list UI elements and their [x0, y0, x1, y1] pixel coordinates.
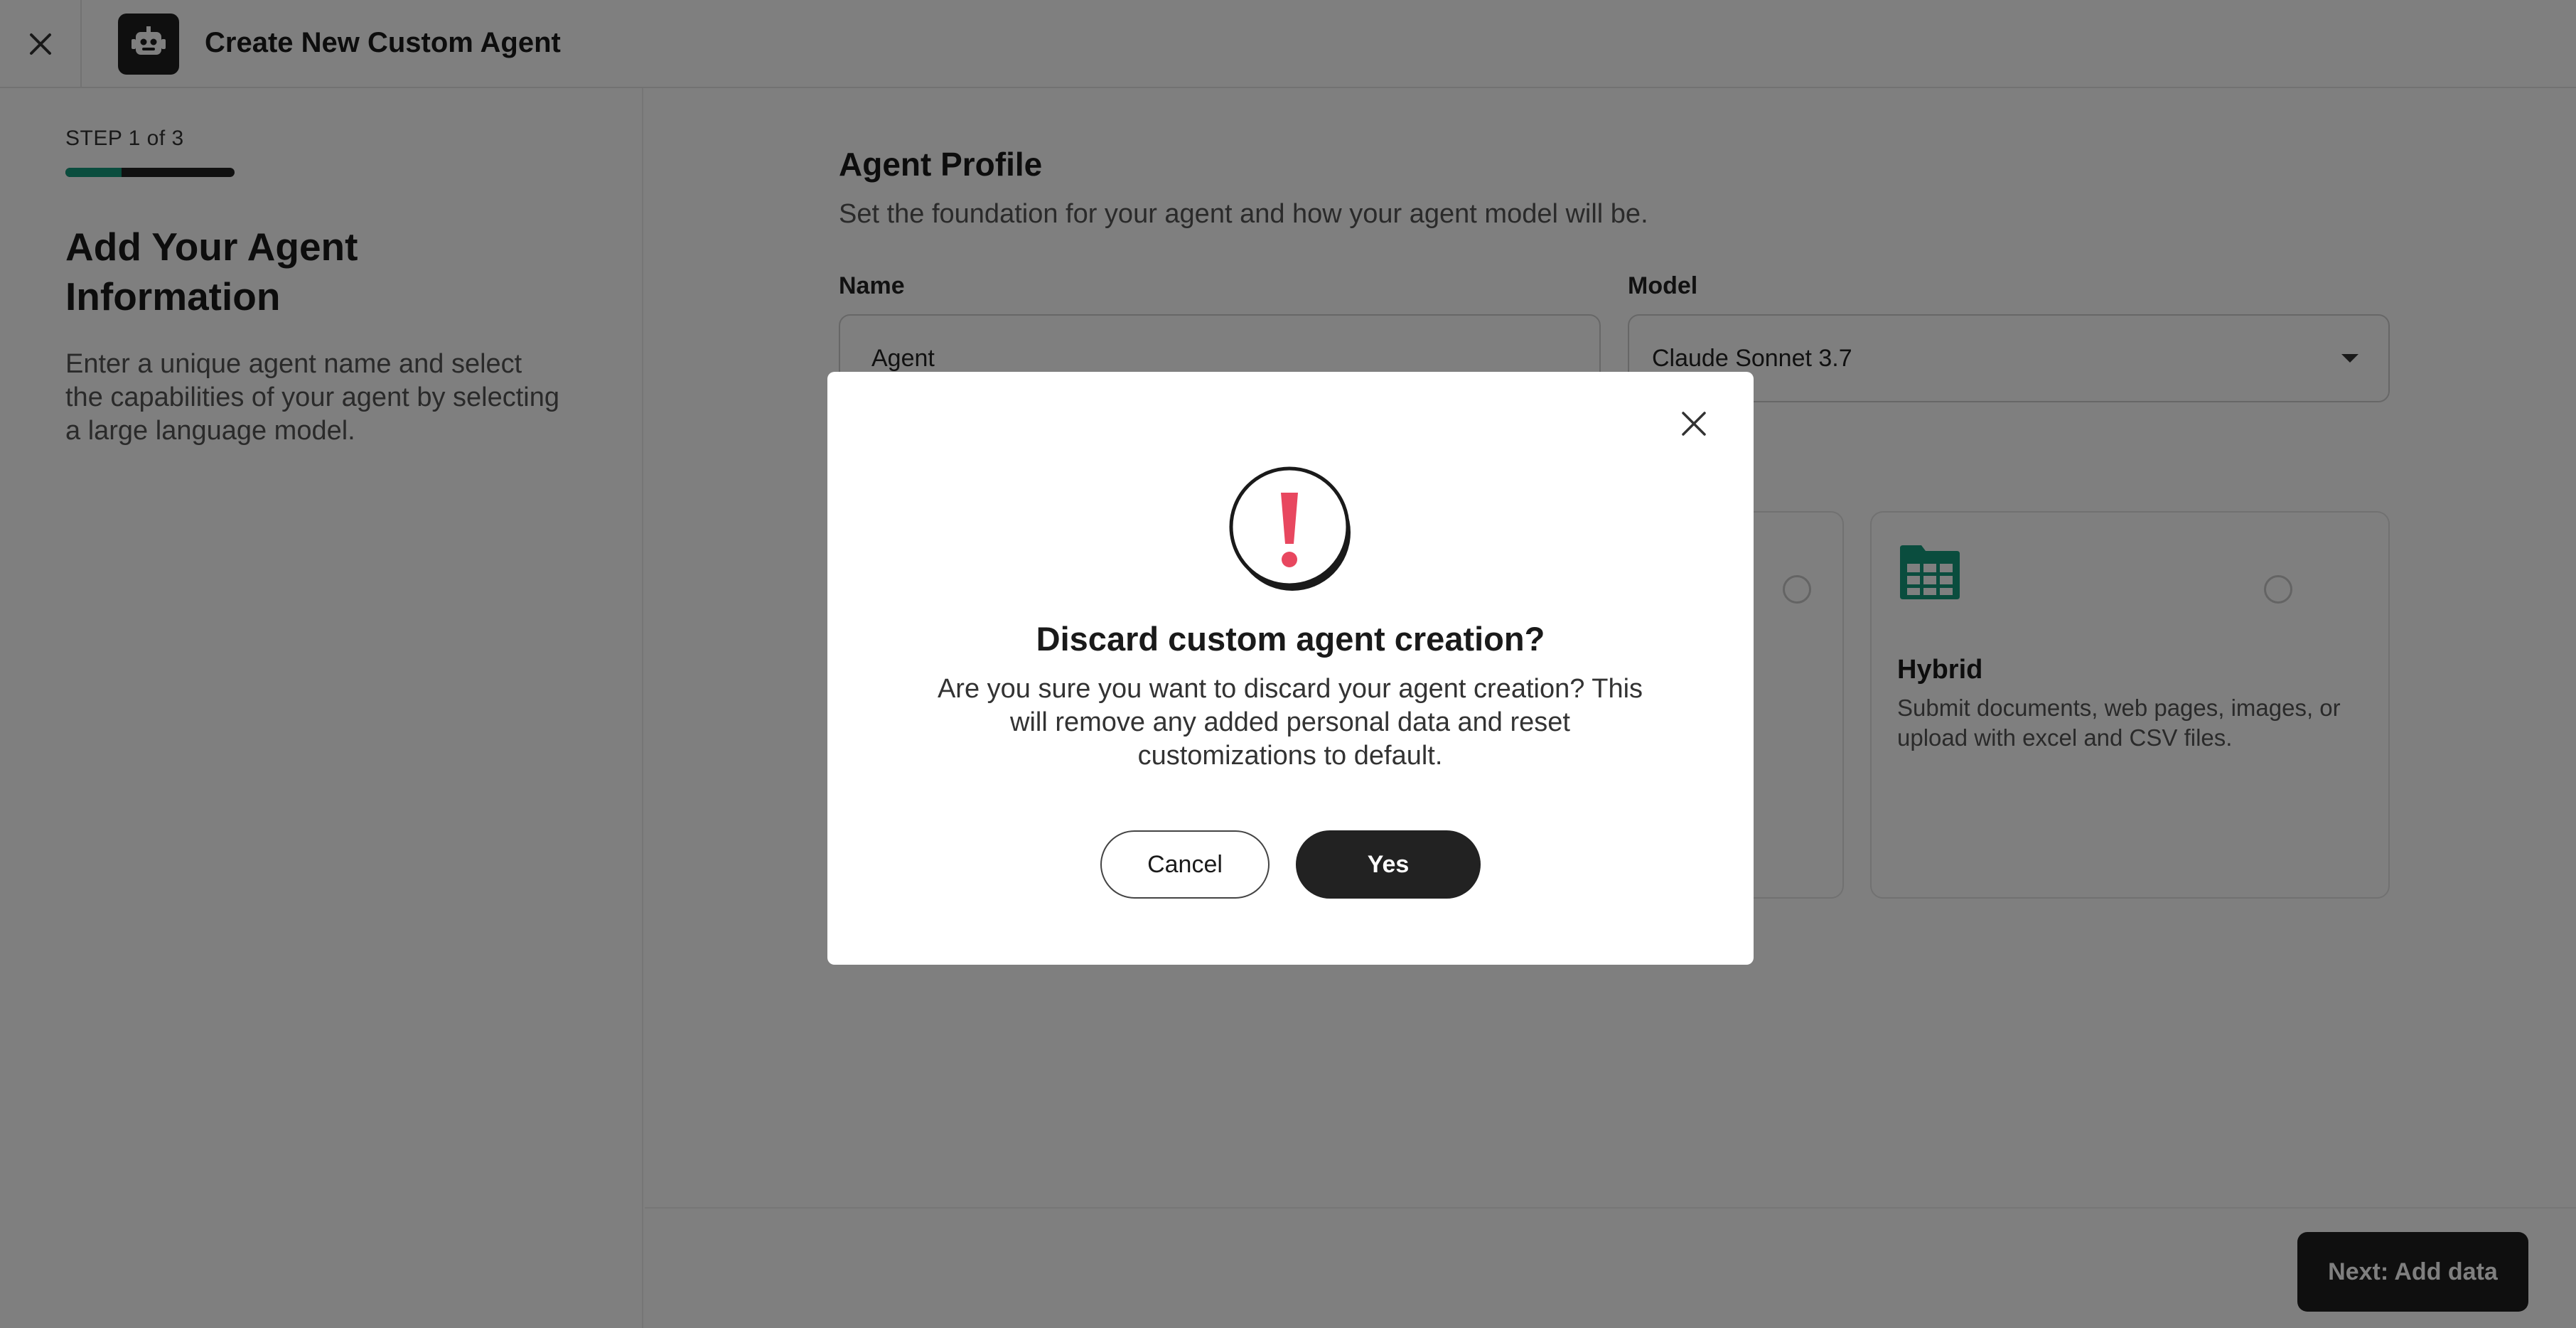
dialog-close-button[interactable]: [1671, 401, 1717, 446]
confirm-yes-button[interactable]: Yes: [1296, 830, 1481, 899]
dialog-title: Discard custom agent creation?: [1036, 620, 1545, 658]
cancel-button[interactable]: Cancel: [1100, 830, 1270, 899]
dialog-description: Are you sure you want to discard your ag…: [937, 674, 1643, 771]
discard-dialog: Discard custom agent creation? Are you s…: [827, 372, 1754, 965]
exclamation-icon: [1228, 464, 1353, 594]
close-icon: [1682, 412, 1706, 436]
